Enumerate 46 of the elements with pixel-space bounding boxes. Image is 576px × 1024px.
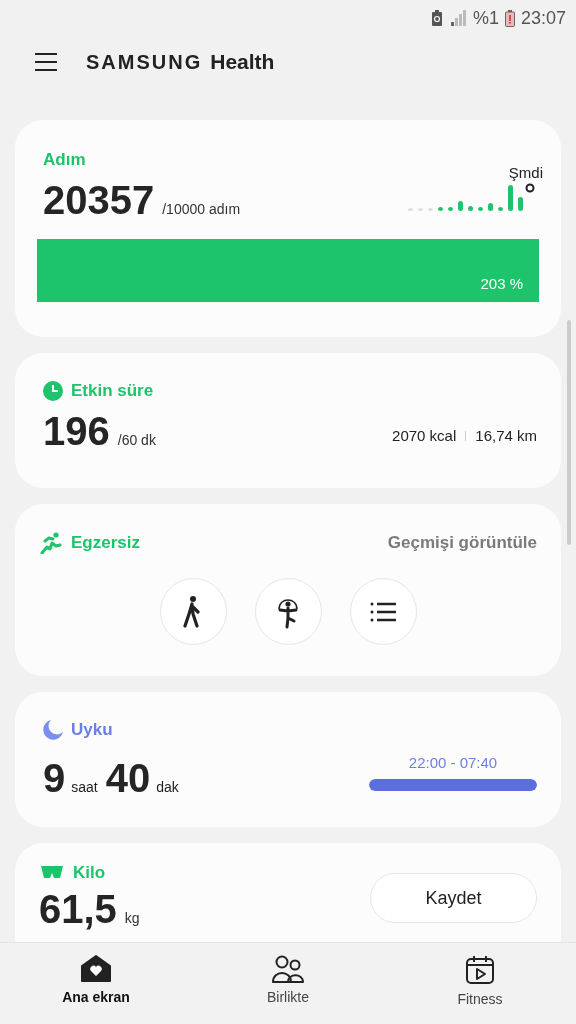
calories-value: 2070 kcal [392, 427, 457, 444]
app-title: Health [210, 50, 275, 74]
card-title: Uyku [71, 720, 113, 740]
home-icon [81, 955, 111, 983]
nav-tab[interactable]: Birlikte [213, 943, 363, 1024]
active-goal: /60 dk [117, 432, 156, 448]
menu-button[interactable] [34, 52, 58, 72]
battery-saver-icon [430, 10, 443, 26]
people-icon [272, 955, 304, 983]
steps-percent: 203 % [480, 275, 523, 292]
step-goal: /10000 adım [162, 201, 241, 217]
scale-icon [39, 865, 65, 881]
minutes-unit: dak [156, 779, 179, 795]
sleep-time-range: 22:00 - 07:40 [408, 754, 498, 771]
save-button[interactable]: Kaydet [370, 873, 537, 923]
view-history-link[interactable]: Geçmişi görüntüle [387, 533, 537, 553]
hours-unit: saat [71, 779, 98, 795]
battery-percent: %1 [472, 7, 499, 29]
weight-card[interactable]: Kilo 61,5 kg Kaydet [15, 843, 561, 942]
signal-icon [448, 10, 467, 26]
steps-card[interactable]: Adım 20357 /10000 adım Şmdi 203 % [15, 120, 561, 337]
card-title: Egzersiz [71, 533, 140, 553]
nav-tab[interactable]: Ana ekran [21, 943, 171, 1024]
exercise-card[interactable]: Egzersiz Geçmişi görüntüle [15, 504, 561, 676]
sleep-card[interactable]: Uyku 9 saat 40 dak 22:00 - 07:40 [15, 692, 561, 827]
calendar-play-icon [465, 955, 495, 985]
weight-unit: kg [124, 910, 140, 926]
distance-value: 16,74 km [475, 427, 537, 444]
step-count: 20357 [43, 178, 155, 223]
clock-time: 23:07 [520, 7, 566, 29]
sleep-minutes: 40 [105, 756, 151, 801]
weight-value: 61,5 [39, 889, 117, 929]
card-title: Kilo [73, 863, 106, 883]
clock-icon [43, 381, 63, 401]
battery-low-icon [504, 9, 515, 27]
nav-tab[interactable]: Fitness [405, 943, 555, 1024]
active-minutes: 196 [43, 409, 110, 454]
moon-icon [43, 720, 63, 740]
card-title: Etkin süre [71, 381, 154, 401]
now-label: Şmdi [508, 164, 543, 181]
active-time-card[interactable]: Etkin süre 196 /60 dk 2070 kcal 16,74 km [15, 353, 561, 488]
brand-logo-text: SAMSUNG [86, 50, 203, 74]
sleep-hours: 9 [43, 756, 66, 801]
list-icon [370, 601, 396, 622]
running-figure-icon [39, 532, 63, 554]
card-title: Adım [43, 150, 87, 170]
